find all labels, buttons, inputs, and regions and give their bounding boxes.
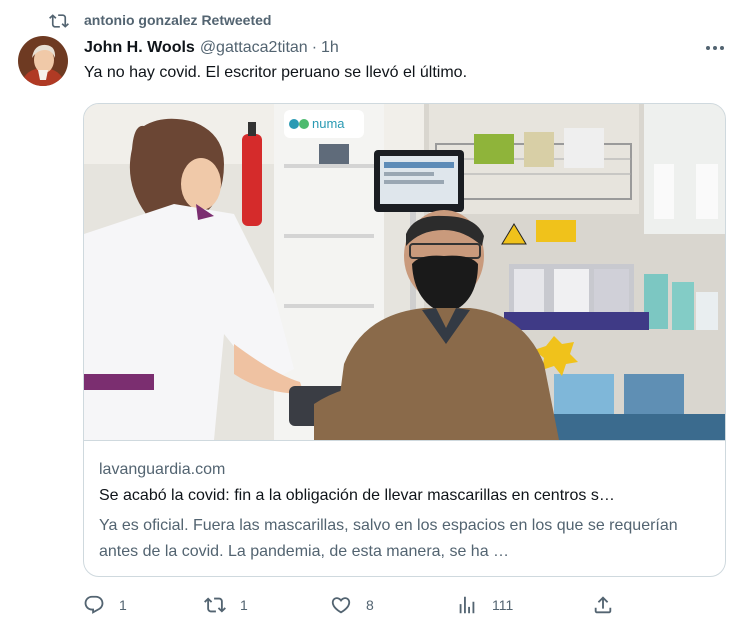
reply-count: 1 [119, 597, 127, 613]
retweet-count: 1 [240, 597, 248, 613]
heart-icon [331, 597, 351, 614]
reply-icon [84, 595, 104, 614]
views-count: 111 [492, 597, 514, 613]
user-handle[interactable]: @gattaca2titan [200, 39, 308, 57]
card-image: numa [84, 104, 725, 440]
views-icon [459, 596, 475, 614]
svg-text:numa: numa [312, 116, 345, 131]
retweet-button[interactable]: 1 [204, 590, 248, 620]
views-button[interactable]: 111 [456, 590, 513, 620]
like-button[interactable]: 8 [330, 590, 374, 620]
reply-button[interactable]: 1 [83, 590, 127, 620]
share-button[interactable] [592, 590, 614, 620]
display-name[interactable]: John H. Wools [84, 39, 195, 57]
retweet-icon [49, 14, 69, 28]
share-icon [594, 596, 612, 614]
retweeted-by-text[interactable]: antonio gonzalez Retweeted [84, 12, 271, 28]
card-description: Ya es oficial. Fuera las mascarillas, sa… [99, 517, 678, 560]
card-body: lavanguardia.com Se acabó la covid: fin … [84, 440, 725, 576]
tweet-header: John H. Wools @gattaca2titan · 1h [84, 37, 339, 59]
more-options-button[interactable] [700, 38, 730, 58]
separator-dot: · [311, 39, 318, 56]
more-icon [706, 46, 724, 50]
tweet-actions: 1 1 8 111 [0, 590, 748, 620]
like-count: 8 [366, 597, 374, 613]
retweet-icon [204, 597, 226, 613]
link-card[interactable]: numa lavanguardia.com Se acabó la covid:… [83, 103, 726, 577]
avatar[interactable] [18, 36, 68, 86]
tweet-text: Ya no hay covid. El escritor peruano se … [84, 64, 468, 81]
tweet-timestamp[interactable]: 1h [321, 39, 339, 57]
card-domain[interactable]: lavanguardia.com [99, 461, 225, 479]
card-title[interactable]: Se acabó la covid: fin a la obligación d… [99, 487, 711, 505]
